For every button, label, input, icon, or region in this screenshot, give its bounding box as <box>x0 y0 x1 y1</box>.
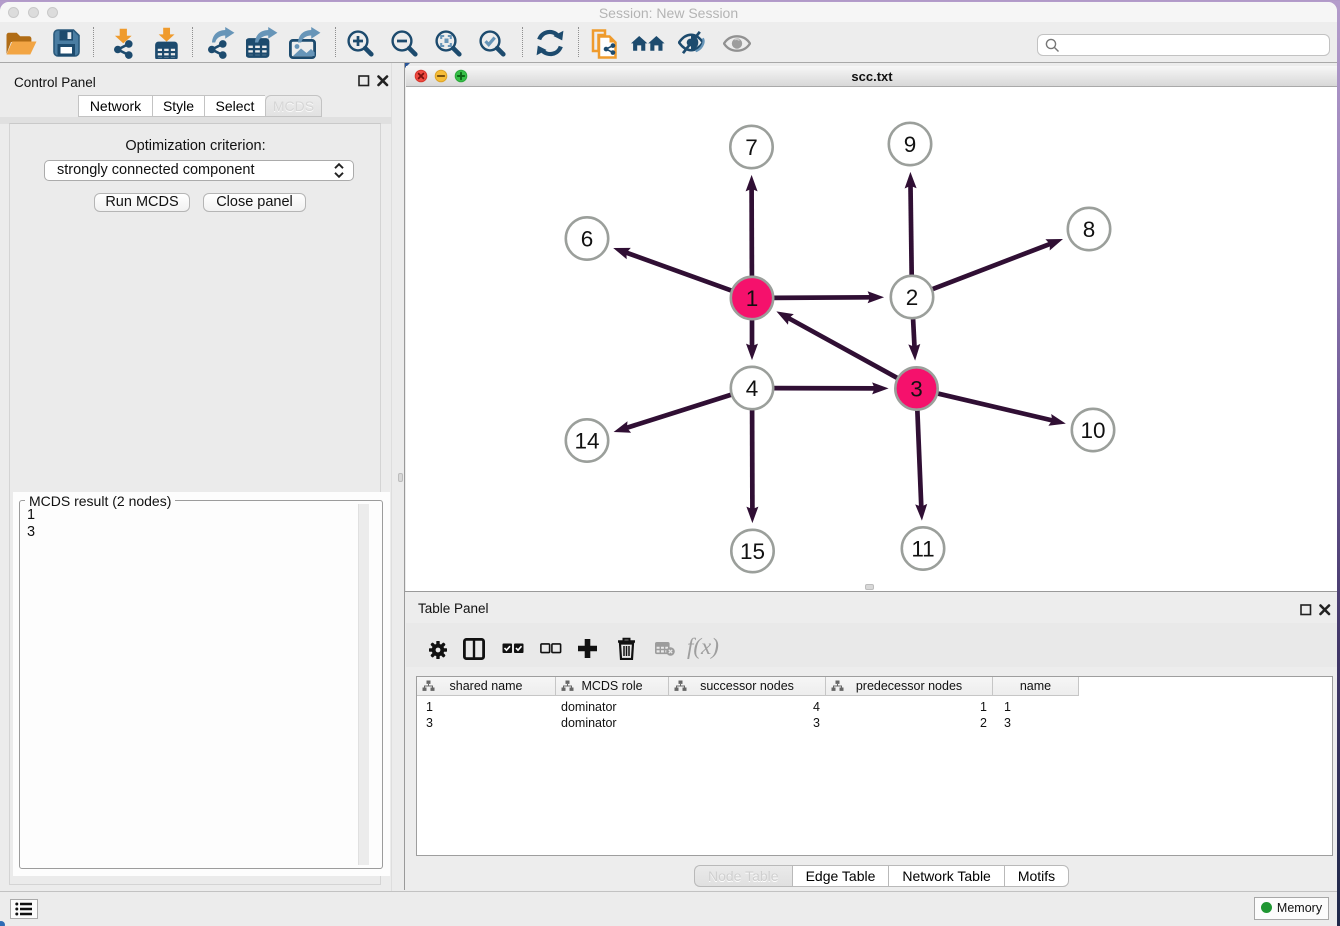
svg-text:7: 7 <box>745 135 758 160</box>
svg-text:6: 6 <box>581 227 594 252</box>
svg-text:10: 10 <box>1080 418 1105 443</box>
svg-text:11: 11 <box>911 537 934 562</box>
svg-text:8: 8 <box>1083 217 1096 242</box>
svg-text:2: 2 <box>906 285 919 310</box>
svg-text:3: 3 <box>910 377 923 402</box>
svg-text:15: 15 <box>740 539 765 564</box>
svg-text:9: 9 <box>904 132 917 157</box>
svg-text:4: 4 <box>746 376 759 401</box>
svg-text:1: 1 <box>746 286 759 311</box>
svg-text:14: 14 <box>574 429 599 454</box>
